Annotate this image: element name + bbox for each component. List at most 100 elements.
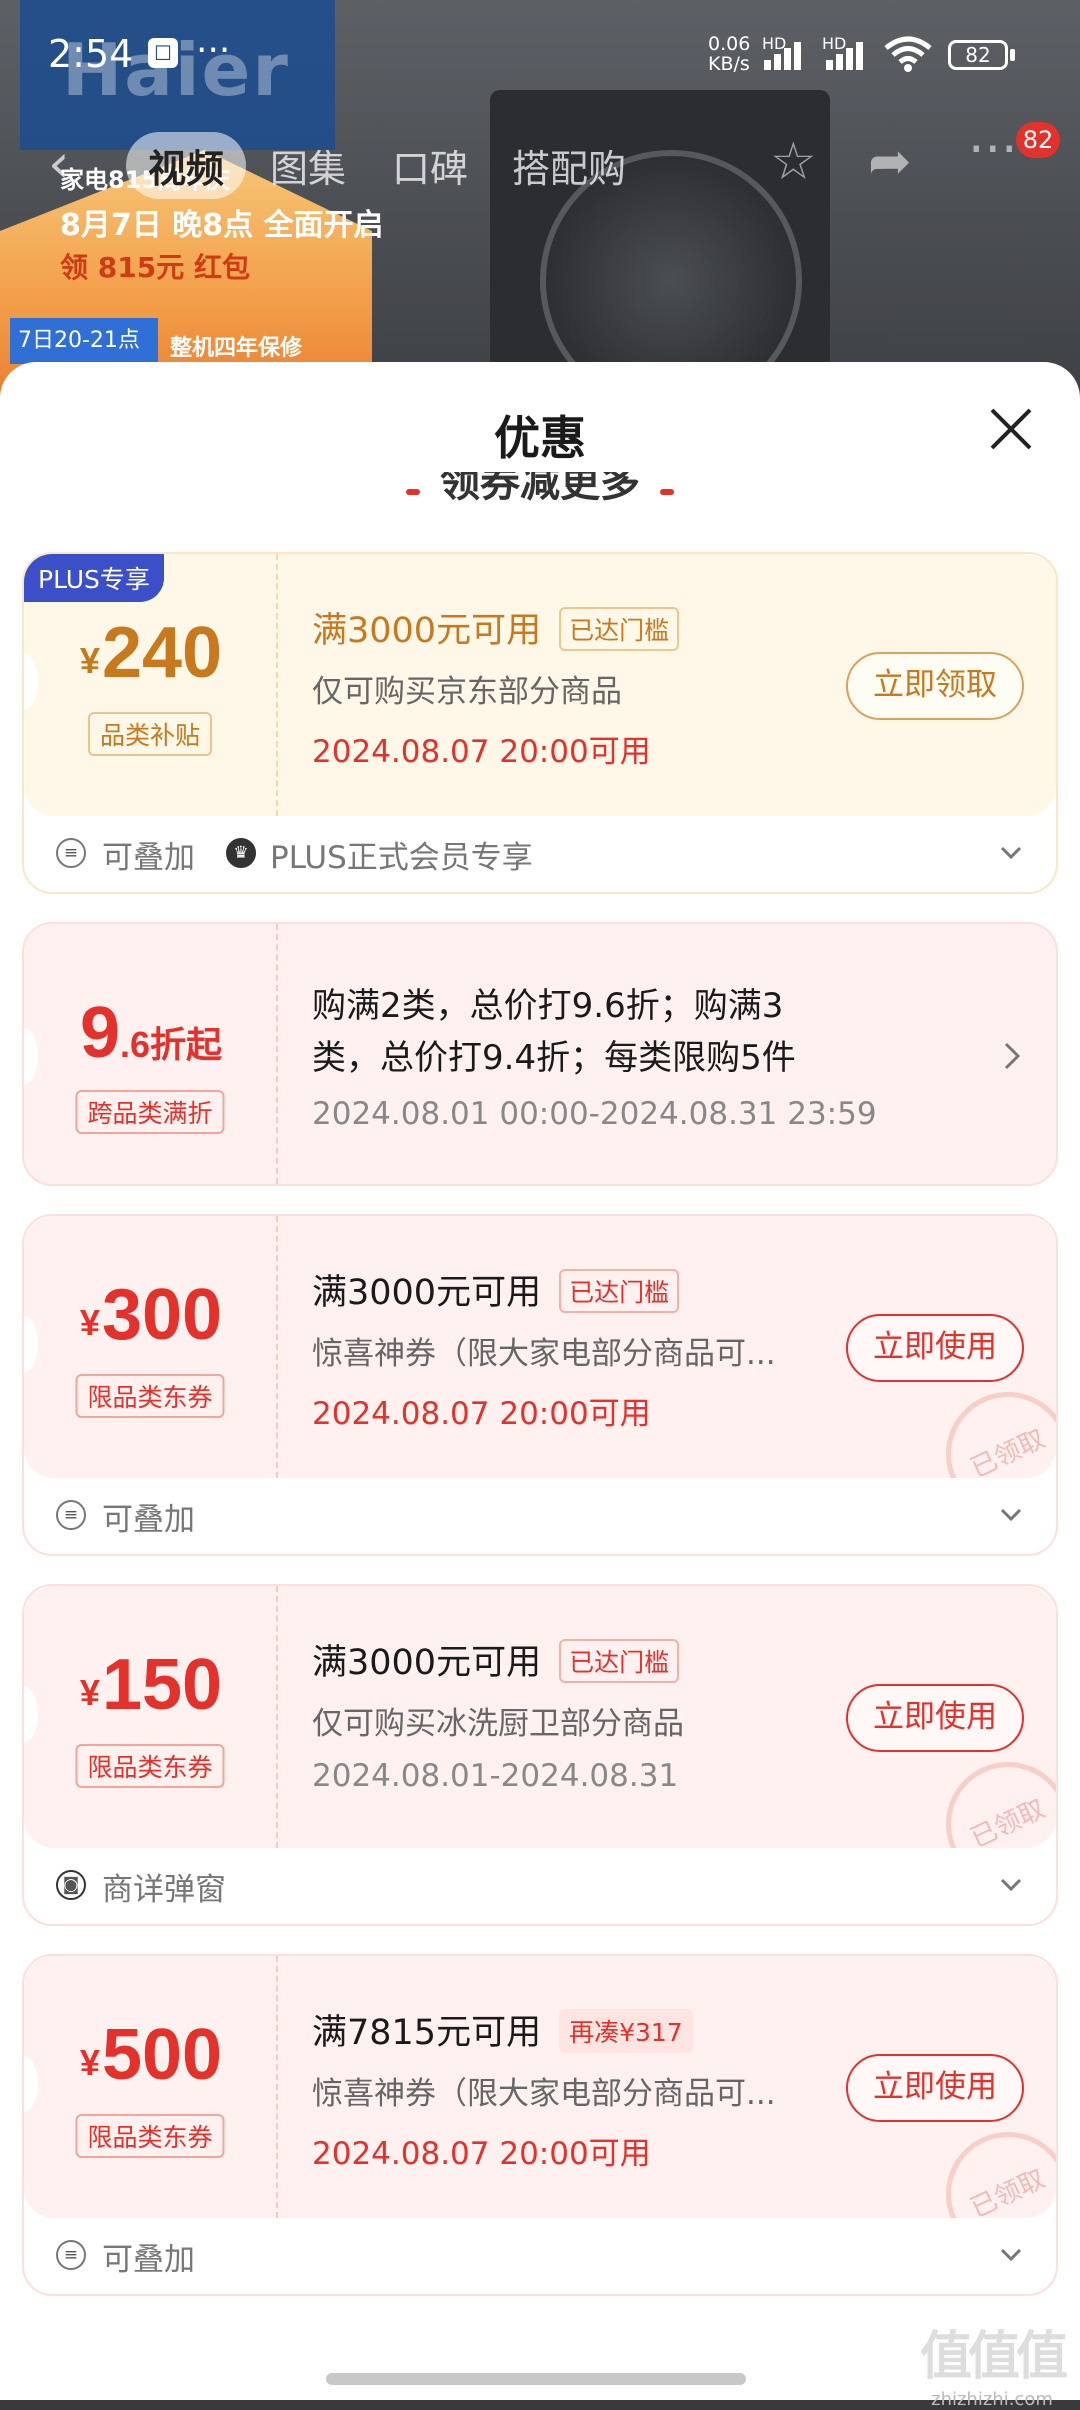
sheet-title: 优惠 xyxy=(494,411,586,465)
coupon-scope: 惊喜神券（限大家电部分商品可... xyxy=(312,2076,776,2112)
section-header-text: 领券减更多 xyxy=(440,472,640,506)
back-arrow-icon[interactable]: ‹ xyxy=(48,132,70,195)
coupon-info: 购满2类，总价打9.6折；购满3 类，总价打9.4折；每类限购5件 2024.0… xyxy=(312,924,1056,1184)
footer-stackable: 可叠加 xyxy=(102,1502,195,1538)
tab-combo[interactable]: 搭配购 xyxy=(512,138,626,193)
coupon-date: 2024.08.07 20:00可用 xyxy=(312,1396,651,1432)
footer-stackable: 可叠加 xyxy=(102,840,195,876)
coupon-value-panel: ¥150 限品类东券 xyxy=(24,1586,278,1848)
tab-gallery[interactable]: 图集 xyxy=(270,138,346,193)
message-count-badge: 82 xyxy=(1016,122,1060,158)
coupon-type-tag: 跨品类满折 xyxy=(75,1090,225,1134)
coupon-amount: 9.6折起 xyxy=(79,993,223,1073)
home-indicator[interactable] xyxy=(326,2373,746,2385)
coupon-type-tag: 限品类东券 xyxy=(75,1744,225,1788)
use-now-button[interactable]: 立即使用 xyxy=(846,2054,1024,2122)
popup-icon: ◙ xyxy=(56,1870,86,1900)
claimed-stamp: 已领取 xyxy=(925,1741,1056,1848)
claimed-stamp: 已领取 xyxy=(925,1371,1056,1478)
network-speed-value: 0.06 xyxy=(708,33,751,55)
more-notifications: ··· xyxy=(196,30,231,71)
coupon-body: ¥150 限品类东券 满3000元可用 已达门槛 仅可购买冰洗厨卫部分商品 202… xyxy=(24,1586,1056,1848)
coupon-date: 2024.08.07 20:00可用 xyxy=(312,734,651,770)
discount-rule-line-1: 购满2类，总价打9.6折；购满3 xyxy=(312,986,784,1026)
close-icon[interactable] xyxy=(980,398,1042,460)
more-icon[interactable]: ··· xyxy=(968,120,1018,180)
coupon-cross-category-discount[interactable]: 9.6折起 跨品类满折 购满2类，总价打9.6折；购满3 类，总价打9.4折；每… xyxy=(22,922,1058,1186)
plus-badge: PLUS专享 xyxy=(24,554,164,602)
coupon-info: 满7815元可用 再凑¥317 惊喜神券（限大家电部分商品可... 2024.08… xyxy=(312,1956,1056,2218)
chevron-right-icon[interactable] xyxy=(996,1036,1026,1076)
coupon-info: 满3000元可用 已达门槛 惊喜神券（限大家电部分商品可... 2024.08.0… xyxy=(312,1216,1056,1478)
status-bar: 2:54 ☐ ··· 0.06 KB/s HD HD 82 xyxy=(0,0,1080,110)
favorite-star-icon[interactable]: ☆ xyxy=(770,132,817,192)
signal-icon-1 xyxy=(764,40,810,70)
coupon-amount: ¥300 xyxy=(79,1275,223,1355)
app-notification-icon: ☐ xyxy=(148,38,178,68)
use-now-button[interactable]: 立即使用 xyxy=(846,1314,1024,1382)
network-speed: 0.06 KB/s xyxy=(708,34,750,74)
coupon-type-tag: 品类补贴 xyxy=(87,712,213,756)
watermark: 值值值 zhizhizhi.com xyxy=(920,2314,1068,2410)
threshold-chip: 已达门槛 xyxy=(559,1639,680,1683)
coupon-amount: ¥150 xyxy=(79,1645,223,1725)
coupon-amount: ¥240 xyxy=(79,613,223,693)
coupon-info: 满3000元可用 已达门槛 仅可购买京东部分商品 2024.08.07 20:00… xyxy=(312,554,1056,816)
battery-icon: 82 xyxy=(948,40,1008,70)
threshold-chip: 已达门槛 xyxy=(559,1269,680,1313)
coupon-condition: 满3000元可用 已达门槛 xyxy=(312,1634,680,1686)
remaining-amount-chip: 再凑¥317 xyxy=(559,2009,693,2053)
coupon-amount: ¥500 xyxy=(79,2015,223,2095)
coupon-footer[interactable]: ≡ 可叠加 ♛ PLUS正式会员专享 xyxy=(24,816,1056,892)
product-nav: ‹ 视频 图集 口碑 搭配购 ☆ ➦ ··· 82 xyxy=(0,110,1080,220)
footer-plus-only: PLUS正式会员专享 xyxy=(270,840,533,876)
coupon-scope: 仅可购买京东部分商品 xyxy=(312,674,622,710)
tab-video[interactable]: 视频 xyxy=(126,132,247,199)
claimed-stamp: 已领取 xyxy=(925,2111,1056,2218)
coupon-footer[interactable]: ◙ 商详弹窗 xyxy=(24,1848,1056,1924)
coupon-body: ¥300 限品类东券 满3000元可用 已达门槛 惊喜神券（限大家电部分商品可..… xyxy=(24,1216,1056,1478)
coupon-date: 2024.08.01 00:00-2024.08.31 23:59 xyxy=(312,1096,877,1132)
chevron-down-icon[interactable] xyxy=(996,838,1026,868)
chevron-down-icon[interactable] xyxy=(996,2240,1026,2270)
share-icon[interactable]: ➦ xyxy=(868,132,912,192)
claim-button[interactable]: 立即领取 xyxy=(846,652,1024,720)
coupon-150: ¥150 限品类东券 满3000元可用 已达门槛 仅可购买冰洗厨卫部分商品 202… xyxy=(22,1584,1058,1926)
discount-sheet: 优惠 领券减更多 ¥240 品类补贴 满3000元可用 已达门槛 仅可购买京东部分… xyxy=(0,362,1080,2400)
coupon-footer[interactable]: ≡ 可叠加 xyxy=(24,2218,1056,2294)
stack-icon: ≡ xyxy=(56,2240,86,2270)
signal-icon-2 xyxy=(826,40,872,70)
battery-tip xyxy=(1010,49,1015,61)
promo-line-3: 领 815元 红包 xyxy=(60,251,250,284)
coupon-300: ¥300 限品类东券 满3000元可用 已达门槛 惊喜神券（限大家电部分商品可..… xyxy=(22,1214,1058,1556)
coupon-footer[interactable]: ≡ 可叠加 xyxy=(24,1478,1056,1554)
threshold-chip: 已达门槛 xyxy=(559,607,680,651)
chevron-down-icon[interactable] xyxy=(996,1500,1026,1530)
coupon-500: ¥500 限品类东券 满7815元可用 再凑¥317 惊喜神券（限大家电部分商品可… xyxy=(22,1954,1058,2296)
coupon-value-panel: ¥300 限品类东券 xyxy=(24,1216,278,1478)
footer-popup: 商详弹窗 xyxy=(102,1872,226,1908)
footer-stackable: 可叠加 xyxy=(102,2242,195,2278)
tab-reviews[interactable]: 口碑 xyxy=(392,138,468,193)
promo-time-tag: 7日20-21点 xyxy=(10,318,158,364)
coupon-scope: 仅可购买冰洗厨卫部分商品 xyxy=(312,1706,684,1742)
use-now-button[interactable]: 立即使用 xyxy=(846,1684,1024,1752)
coupon-body: ¥500 限品类东券 满7815元可用 再凑¥317 惊喜神券（限大家电部分商品可… xyxy=(24,1956,1056,2218)
coupon-date: 2024.08.01-2024.08.31 xyxy=(312,1758,679,1794)
coupon-body: ¥240 品类补贴 满3000元可用 已达门槛 仅可购买京东部分商品 2024.0… xyxy=(24,554,1056,816)
crown-icon: ♛ xyxy=(226,838,256,868)
coupon-type-tag: 限品类东券 xyxy=(75,1374,225,1418)
watermark-logo: 值值值 xyxy=(920,2327,1068,2387)
clock: 2:54 xyxy=(48,32,134,76)
section-header-peek: 领券减更多 xyxy=(0,472,1080,508)
coupon-info: 满3000元可用 已达门槛 仅可购买冰洗厨卫部分商品 2024.08.01-202… xyxy=(312,1586,1056,1848)
discount-rule-line-2: 类，总价打9.4折；每类限购5件 xyxy=(312,1038,796,1078)
coupon-type-tag: 限品类东券 xyxy=(75,2114,225,2158)
coupon-condition: 满3000元可用 已达门槛 xyxy=(312,1264,680,1316)
network-speed-unit: KB/s xyxy=(708,53,750,75)
coupon-condition: 满7815元可用 再凑¥317 xyxy=(312,2004,693,2056)
coupon-value-panel: ¥500 限品类东券 xyxy=(24,1956,278,2218)
stack-icon: ≡ xyxy=(56,838,86,868)
chevron-down-icon[interactable] xyxy=(996,1870,1026,1900)
wifi-icon xyxy=(884,36,932,72)
